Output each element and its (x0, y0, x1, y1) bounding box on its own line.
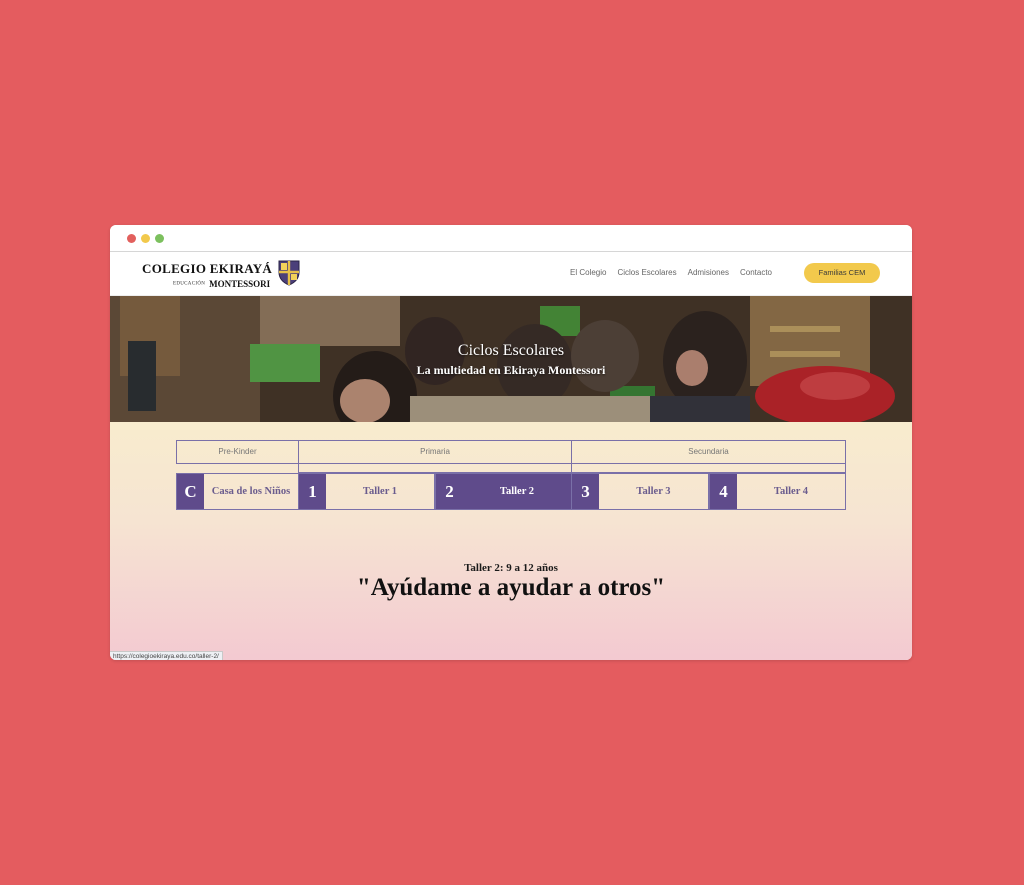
minimize-window-button[interactable] (141, 234, 150, 243)
shield-crest-icon (278, 260, 300, 286)
hero-title: Ciclos Escolares (457, 342, 565, 359)
tab-label: Taller 3 (636, 486, 671, 497)
nav-link-ciclos-escolares[interactable]: Ciclos Escolares (617, 268, 676, 277)
tab-taller-1[interactable]: 1 Taller 1 (298, 473, 435, 510)
status-bar-url: https://colegioekiraya.edu.co/taller-2/ (110, 651, 223, 660)
section-title: "Ayúdame a ayudar a otros" (356, 574, 666, 601)
cycle-header-secundaria: Secundaria (571, 440, 846, 464)
familias-cem-button[interactable]: Familias CEM (804, 263, 880, 283)
tab-label: Taller 1 (362, 486, 398, 497)
main-nav: El Colegio Ciclos Escolares Admisiones C… (570, 268, 772, 277)
cycles-section: Pre-Kinder Primaria Secundaria C Casa de… (110, 422, 912, 660)
hero-banner: Ciclos Escolares La multiedad en Ekiraya… (110, 296, 912, 422)
maximize-window-button[interactable] (155, 234, 164, 243)
tab-number: 4 (710, 474, 737, 509)
logo-tagline: EDUCACIÓN MONTESSORI (173, 275, 270, 293)
tab-label: Casa de los Niños (211, 486, 291, 497)
cycle-divider (571, 463, 846, 473)
site-header: COLEGIO EKIRAYÁ EDUCACIÓN MONTESSORI El C… (110, 252, 912, 296)
section-subtitle: Taller 2: 9 a 12 años (464, 562, 558, 574)
tab-number: C (177, 474, 204, 509)
logo-tagline-main: MONTESSORI (209, 278, 271, 289)
tab-number: 3 (572, 474, 599, 509)
tab-taller-2[interactable]: 2 Taller 2 (435, 473, 572, 510)
nav-link-el-colegio[interactable]: El Colegio (570, 268, 606, 277)
cycle-divider (298, 463, 572, 473)
tab-label: Taller 4 (773, 486, 809, 497)
tab-number: 1 (299, 474, 326, 509)
cycle-header-pre-kinder: Pre-Kinder (176, 440, 299, 464)
logo-tagline-small: EDUCACIÓN (173, 281, 206, 287)
close-window-button[interactable] (127, 234, 136, 243)
tab-taller-3[interactable]: 3 Taller 3 (571, 473, 709, 510)
cycle-header-primaria: Primaria (298, 440, 572, 464)
browser-window: COLEGIO EKIRAYÁ EDUCACIÓN MONTESSORI El C… (110, 225, 912, 660)
nav-link-contacto[interactable]: Contacto (740, 268, 772, 277)
tab-casa-de-los-ninos[interactable]: C Casa de los Niños (176, 473, 299, 510)
tab-taller-4[interactable]: 4 Taller 4 (709, 473, 846, 510)
nav-link-admisiones[interactable]: Admisiones (688, 268, 729, 277)
browser-titlebar (110, 225, 912, 252)
tab-number: 2 (436, 474, 463, 509)
hero-subtitle: La multiedad en Ekiraya Montessori (416, 363, 606, 377)
tab-label: Taller 2 (499, 486, 535, 497)
site-logo[interactable]: COLEGIO EKIRAYÁ EDUCACIÓN MONTESSORI (142, 260, 302, 289)
